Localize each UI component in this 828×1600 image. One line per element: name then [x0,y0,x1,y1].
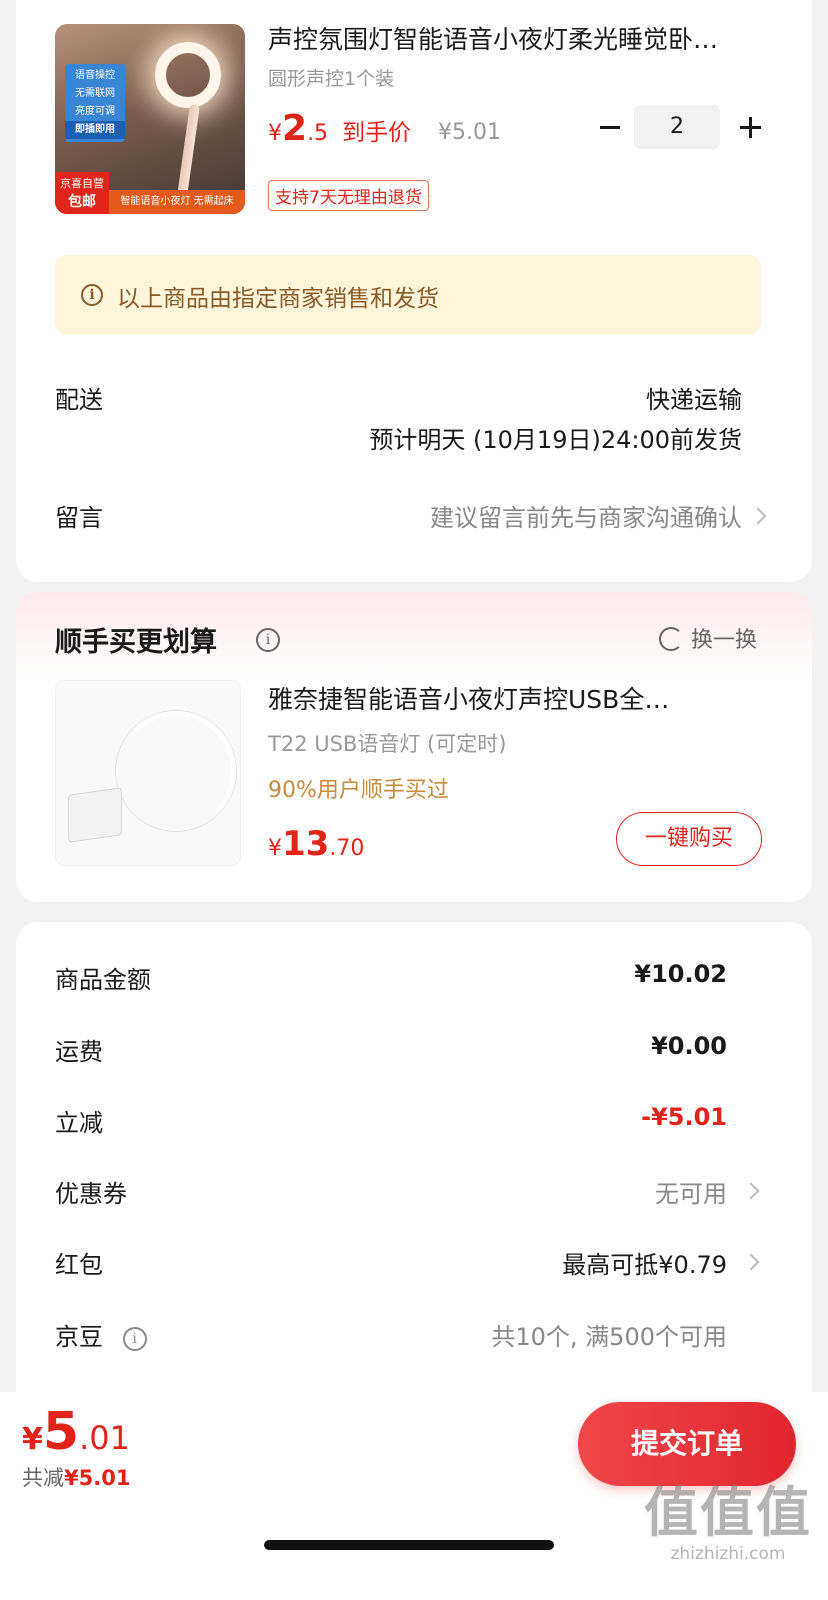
shipping-value: ¥0.00 [651,1032,727,1060]
product-price: ¥2.5 到手价 [268,108,412,149]
coupon-value[interactable]: 无可用 [655,1174,727,1209]
red-packet-label: 红包 [55,1251,103,1279]
original-price: ¥5.01 [438,120,501,145]
info-icon[interactable]: i [256,628,280,652]
price-label: 到手价 [342,120,412,146]
lamp-arm-graphic [116,711,236,831]
jd-beans-value: 共10个, 满500个可用 [491,1323,727,1351]
image-tag: 即插即用 [65,121,125,139]
checkout-bar: ¥5.01 共减¥5.01 提交订单 值值值 zhizhizhi.com [0,1392,828,1600]
cross-sell-spec: T22 USB语音灯 (可定时) [268,732,507,756]
swap-button[interactable]: 换一换 [658,622,757,654]
image-feature-tags: 语音操控 无需联网 亮度可调 即插即用 [65,64,125,142]
jd-beans-label: 京豆 i [55,1317,147,1352]
discount-value: -¥5.01 [641,1103,727,1131]
product-card: 语音操控 无需联网 亮度可调 即插即用 京喜自营 包邮 智能语音小夜灯 无需起床… [16,0,812,582]
chevron-right-icon[interactable] [742,1182,760,1200]
total-saved: 共减¥5.01 [22,1466,131,1490]
return-policy-badge: 支持7天无理由退货 [268,180,429,211]
jd-self-operated-badge: 京喜自营 包邮 [55,172,109,214]
image-tag: 无需联网 [75,88,115,99]
minus-icon[interactable] [596,105,626,149]
image-caption-strip: 智能语音小夜灯 无需起床 [109,190,245,214]
cross-sell-product-name[interactable]: 雅奈捷智能语音小夜灯声控USB全… [268,680,748,716]
quantity-stepper: 2 [596,105,766,149]
home-indicator[interactable] [264,1540,554,1550]
one-click-buy-button[interactable]: 一键购买 [616,812,762,866]
message-input[interactable]: 建议留言前先与商家沟通确认 [430,498,742,533]
goods-amount-label: 商品金额 [55,966,151,994]
image-tag: 语音操控 [75,70,115,81]
delivery-estimate: 预计明天 (10月19日)24:00前发货 [369,426,742,454]
chevron-right-icon[interactable] [749,507,767,525]
cross-sell-price: ¥13.70 [268,824,365,864]
discount-label: 立减 [55,1109,103,1137]
site-watermark: 值值值 zhizhizhi.com [644,1481,812,1565]
product-image[interactable]: 语音操控 无需联网 亮度可调 即插即用 京喜自营 包邮 智能语音小夜灯 无需起床 [55,24,245,214]
product-title[interactable]: 声控氛围灯智能语音小夜灯柔光睡觉卧… [268,20,768,56]
delivery-label: 配送 [55,386,103,414]
total-price: ¥5.01 [22,1402,130,1462]
info-icon[interactable]: i [122,1327,147,1351]
lamp-ring-graphic [155,42,221,108]
message-label: 留言 [55,504,103,532]
red-packet-value[interactable]: 最高可抵¥0.79 [562,1245,727,1280]
chevron-right-icon[interactable] [742,1253,760,1271]
shipping-label: 运费 [55,1038,103,1066]
quantity-field[interactable]: 2 [634,105,720,149]
goods-amount-value: ¥10.02 [634,960,727,988]
cross-sell-image[interactable] [55,680,241,866]
submit-order-button[interactable]: 提交订单 [578,1402,796,1486]
product-spec[interactable]: 圆形声控1个装 [268,64,394,91]
delivery-method[interactable]: 快递运输 [646,380,742,415]
coupon-label: 优惠券 [55,1180,127,1208]
cross-sell-social-proof: 90%用户顺手买过 [268,778,449,803]
info-icon: i [81,284,103,306]
wall-plug-graphic [68,787,122,843]
plus-icon[interactable] [734,105,766,149]
image-tag: 亮度可调 [75,106,115,117]
seller-notice-text: 以上商品由指定商家销售和发货 [117,286,439,312]
refresh-icon [658,627,683,651]
cross-sell-title: 顺手买更划算 [55,627,217,658]
seller-notice: i 以上商品由指定商家销售和发货 [55,255,761,335]
order-summary-card: 商品金额 ¥10.02 运费 ¥0.00 立减 -¥5.01 优惠券 无可用 红… [16,922,812,1422]
cross-sell-card: 顺手买更划算 i 换一换 雅奈捷智能语音小夜灯声控USB全… T22 USB语音… [16,592,812,902]
